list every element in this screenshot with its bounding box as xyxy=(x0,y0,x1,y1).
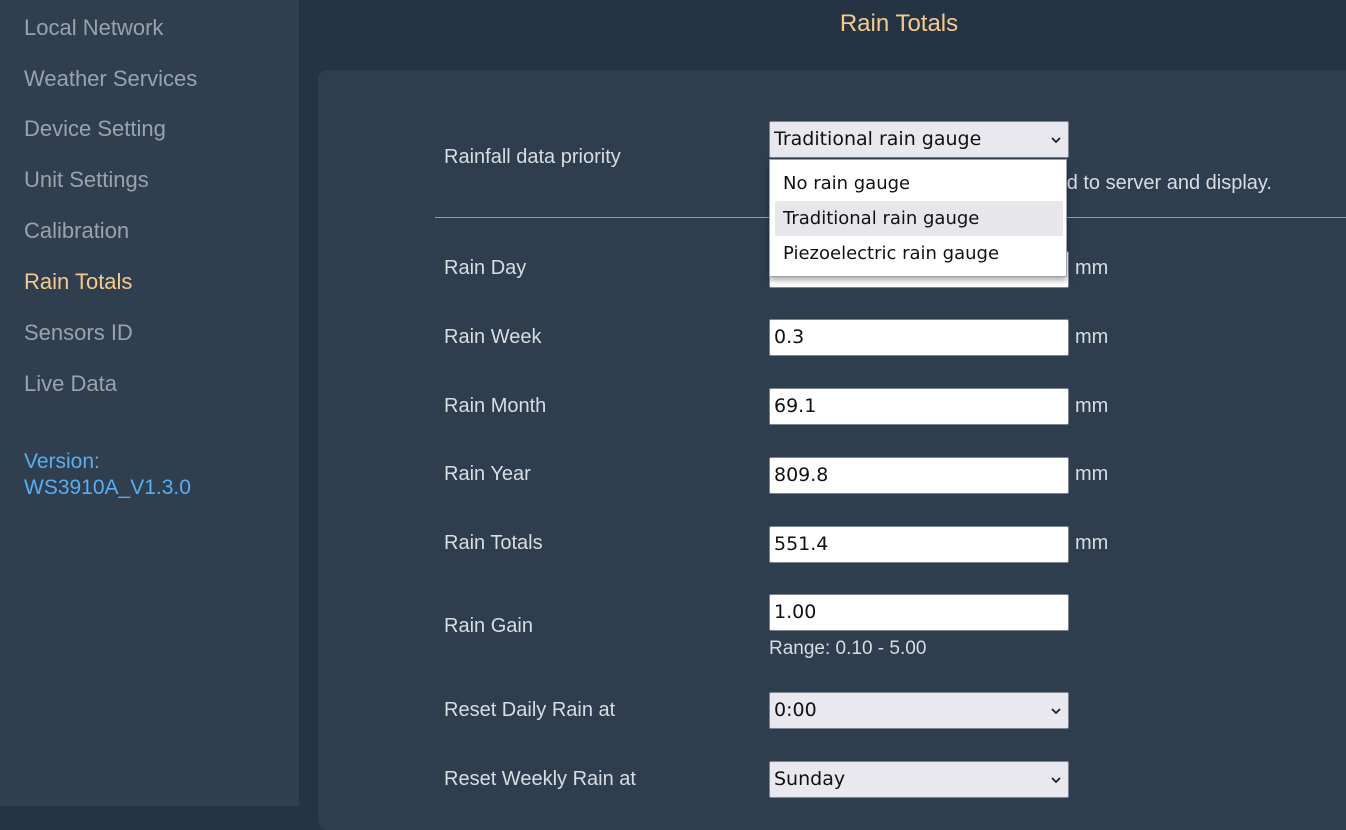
sidebar-item-rain-totals[interactable]: Rain Totals xyxy=(24,269,132,295)
rainfall-priority-value: Traditional rain gauge xyxy=(774,128,982,150)
reset-daily-select[interactable]: 0:00 xyxy=(769,692,1069,729)
rain-week-unit: mm xyxy=(1075,326,1109,348)
sidebar-item-unit-settings[interactable]: Unit Settings xyxy=(24,167,149,193)
rain-gain-label: Rain Gain xyxy=(444,615,533,637)
rain-week-label: Rain Week xyxy=(444,326,542,348)
sidebar-item-calibration[interactable]: Calibration xyxy=(24,218,129,244)
sidebar-item-sensors-id[interactable]: Sensors ID xyxy=(24,320,133,346)
rainfall-priority-select[interactable]: Traditional rain gauge xyxy=(769,121,1069,158)
reset-weekly-value: Sunday xyxy=(774,768,846,790)
rain-month-label: Rain Month xyxy=(444,395,547,417)
rain-week-input[interactable]: 0.3 xyxy=(769,319,1069,356)
rain-day-label: Rain Day xyxy=(444,257,527,279)
rain-totals-label: Rain Totals xyxy=(444,532,543,554)
page-title: Rain Totals xyxy=(839,10,959,37)
chevron-down-icon xyxy=(1051,137,1061,144)
chevron-down-icon xyxy=(1051,777,1061,784)
reset-daily-value: 0:00 xyxy=(774,699,817,721)
option-no-rain-gauge[interactable]: No rain gauge xyxy=(775,166,1063,201)
reset-weekly-label: Reset Weekly Rain at xyxy=(444,768,636,790)
version-value: WS3910A_V1.3.0 xyxy=(24,476,191,499)
option-piezoelectric-rain-gauge[interactable]: Piezoelectric rain gauge xyxy=(775,236,1063,271)
rain-totals-unit: mm xyxy=(1075,532,1109,554)
version-label: Version: xyxy=(24,450,100,473)
sidebar-item-weather-services[interactable]: Weather Services xyxy=(24,66,197,92)
sidebar-item-live-data[interactable]: Live Data xyxy=(24,371,117,397)
rain-year-label: Rain Year xyxy=(444,463,531,485)
reset-daily-label: Reset Daily Rain at xyxy=(444,699,616,721)
sidebar: Local Network Weather Services Device Se… xyxy=(0,0,299,806)
rain-totals-input[interactable]: 551.4 xyxy=(769,526,1069,563)
sidebar-item-device-setting[interactable]: Device Setting xyxy=(24,116,166,142)
rainfall-priority-label: Rainfall data priority xyxy=(444,146,621,168)
rainfall-priority-description: load to server and display. xyxy=(1040,172,1272,194)
rain-month-input[interactable]: 69.1 xyxy=(769,388,1069,425)
rain-gain-input[interactable]: 1.00 xyxy=(769,594,1069,631)
reset-weekly-select[interactable]: Sunday xyxy=(769,761,1069,798)
option-traditional-rain-gauge[interactable]: Traditional rain gauge xyxy=(775,201,1063,236)
rain-year-unit: mm xyxy=(1075,463,1109,485)
sidebar-item-local-network[interactable]: Local Network xyxy=(24,15,163,41)
rain-gain-range: Range: 0.10 - 5.00 xyxy=(769,638,927,659)
rain-year-input[interactable]: 809.8 xyxy=(769,457,1069,494)
rain-day-unit: mm xyxy=(1075,257,1109,279)
chevron-down-icon xyxy=(1051,708,1061,715)
version-info: Version: WS3910A_V1.3.0 xyxy=(24,449,191,501)
rain-month-unit: mm xyxy=(1075,395,1109,417)
rainfall-priority-dropdown: No rain gauge Traditional rain gauge Pie… xyxy=(769,159,1067,277)
